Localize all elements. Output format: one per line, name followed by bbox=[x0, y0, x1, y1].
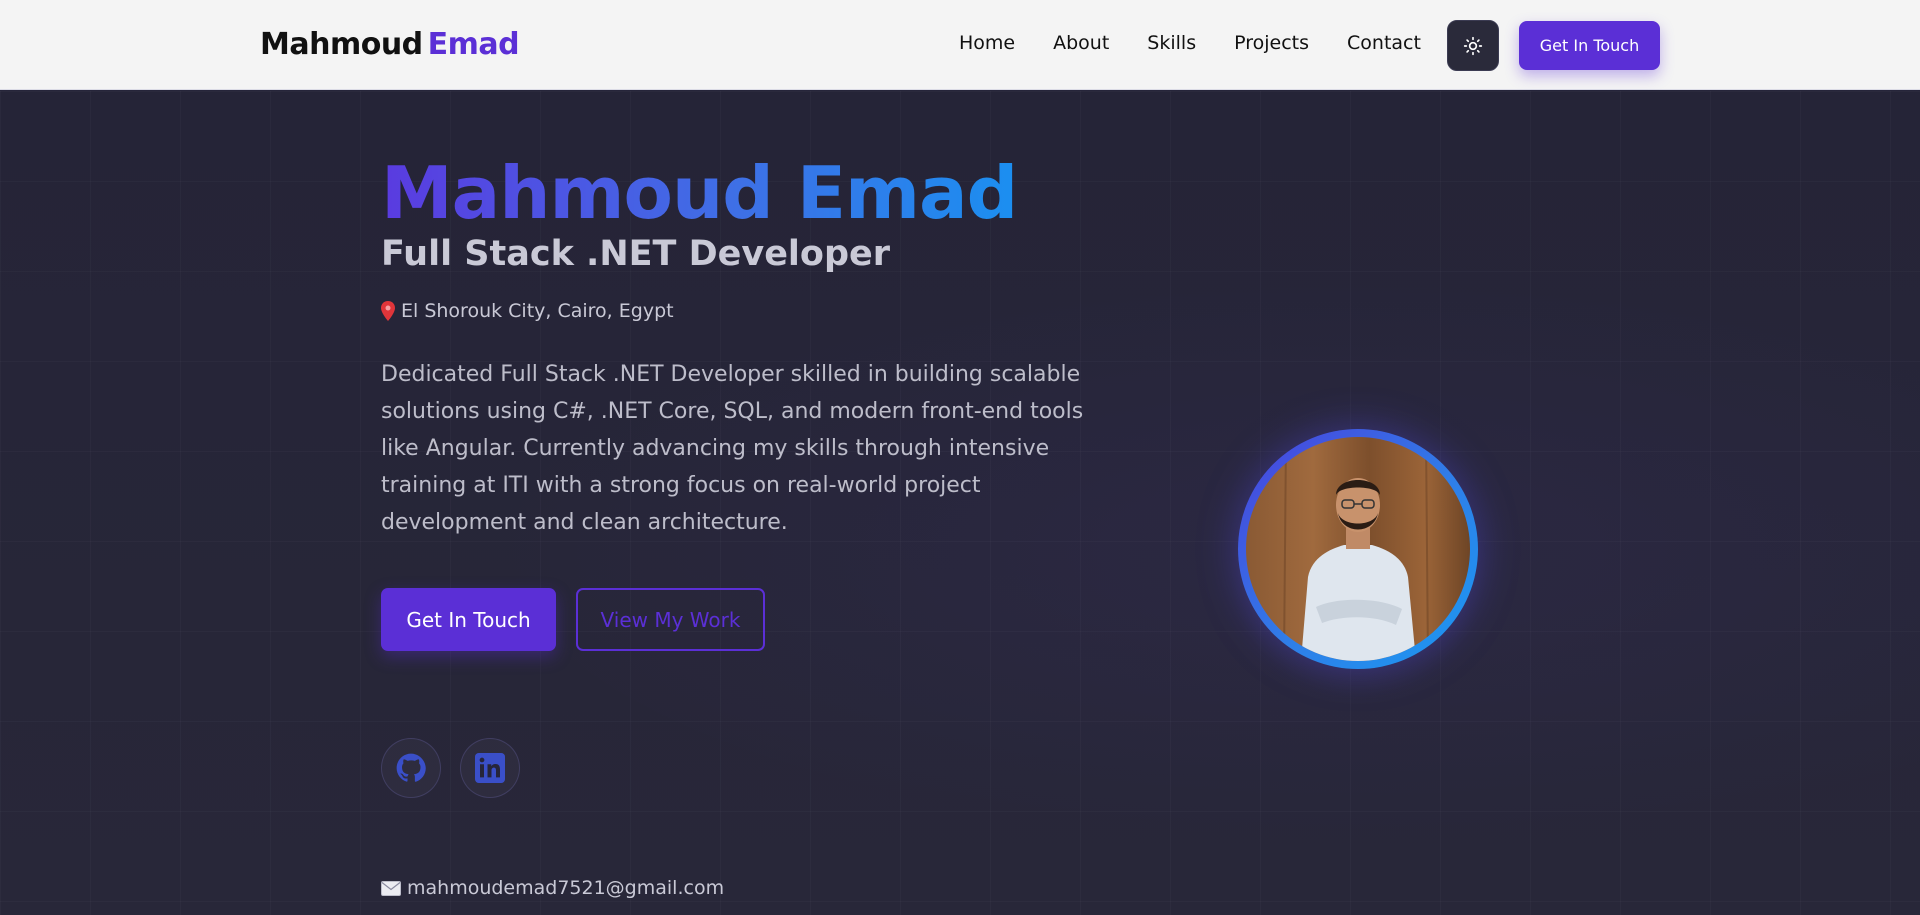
sun-icon bbox=[1463, 36, 1483, 55]
navbar: Mahmoud Emad Home About Skills Projects C… bbox=[0, 0, 1920, 90]
location: El Shorouk City, Cairo, Egypt bbox=[381, 300, 674, 322]
profile-photo bbox=[1246, 437, 1470, 661]
github-icon bbox=[396, 753, 426, 782]
linkedin-icon bbox=[475, 753, 505, 783]
hero-description: Dedicated Full Stack .NET Developer skil… bbox=[381, 362, 1084, 535]
profile-photo-frame bbox=[1238, 429, 1478, 669]
envelope-icon bbox=[381, 880, 401, 896]
nav-get-in-touch-button[interactable]: Get In Touch bbox=[1519, 21, 1660, 70]
email-text: mahmoudemad7521@gmail.com bbox=[407, 877, 725, 899]
view-my-work-button[interactable]: View My Work bbox=[576, 588, 765, 651]
hero-job-title: Full Stack .NET Developer bbox=[381, 234, 891, 274]
brand-first-name: Mahmoud bbox=[260, 27, 423, 62]
nav-link-skills[interactable]: Skills bbox=[1147, 32, 1196, 54]
nav-link-projects[interactable]: Projects bbox=[1234, 32, 1309, 54]
theme-toggle-button[interactable] bbox=[1447, 20, 1499, 71]
brand-last-name: Emad bbox=[427, 27, 520, 62]
github-link[interactable] bbox=[381, 738, 441, 798]
location-pin-icon bbox=[381, 301, 395, 321]
location-text: El Shorouk City, Cairo, Egypt bbox=[401, 300, 674, 322]
brand-logo[interactable]: Mahmoud Emad bbox=[260, 27, 520, 62]
linkedin-link[interactable] bbox=[460, 738, 520, 798]
nav-link-about[interactable]: About bbox=[1053, 32, 1109, 54]
hero-section: Mahmoud Emad Full Stack .NET Developer E… bbox=[0, 91, 1920, 915]
email-contact[interactable]: mahmoudemad7521@gmail.com bbox=[381, 877, 724, 899]
get-in-touch-button[interactable]: Get In Touch bbox=[381, 588, 556, 651]
nav-link-contact[interactable]: Contact bbox=[1347, 32, 1421, 54]
hero-name: Mahmoud Emad bbox=[381, 151, 1018, 235]
nav-links: Home About Skills Projects Contact bbox=[959, 32, 1421, 54]
nav-link-home[interactable]: Home bbox=[959, 32, 1015, 54]
